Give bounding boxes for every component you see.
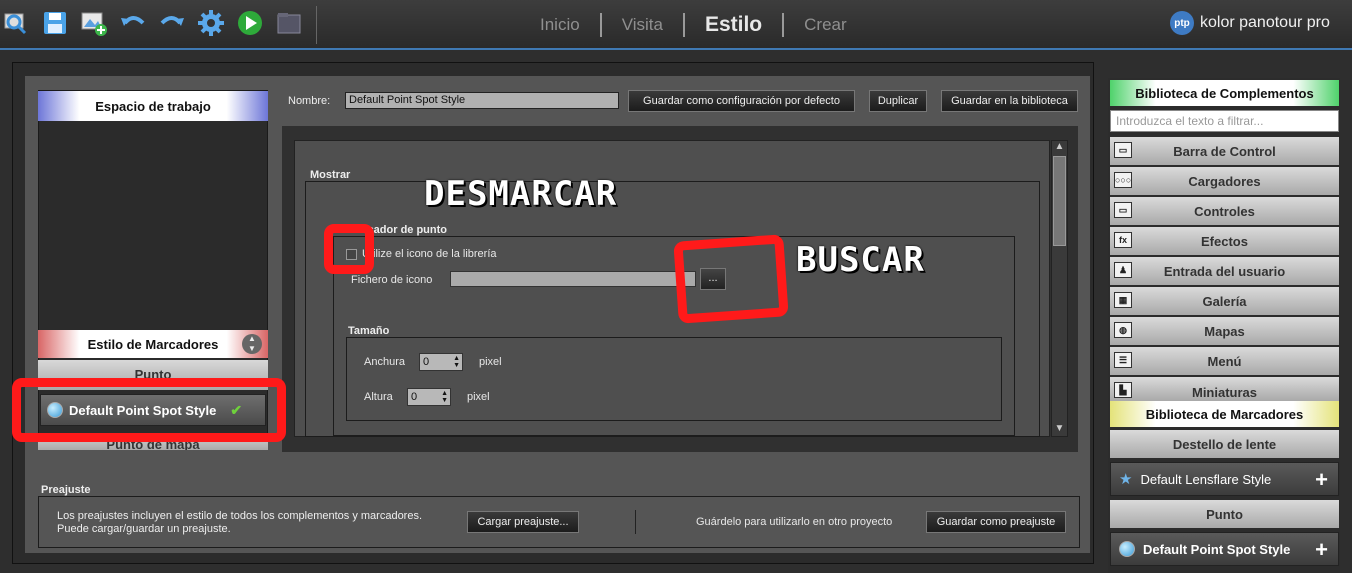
play-icon[interactable]: [236, 9, 264, 37]
save-default-button[interactable]: Guardar como configuración por defecto: [628, 90, 855, 112]
plugin-mapas[interactable]: ◍ Mapas: [1110, 317, 1339, 345]
markers-style-label: Estilo de Marcadores: [87, 336, 219, 352]
mostrar-label: Mostrar: [310, 169, 351, 181]
plugin-label: Cargadores: [1188, 173, 1261, 189]
add-image-icon[interactable]: [80, 9, 108, 37]
height-unit: pixel: [467, 391, 490, 403]
scroll-down-icon[interactable]: ▼: [1053, 423, 1066, 435]
effects-fx-icon: fx: [1114, 232, 1132, 248]
plugin-label: Menú: [1207, 353, 1242, 369]
preset-separator: [635, 510, 636, 534]
icon-file-label: Fichero de icono: [351, 274, 433, 286]
size-label: Tamaño: [348, 325, 390, 337]
brand: ptp kolor panotour pro: [1170, 11, 1330, 35]
plugin-label: Controles: [1194, 203, 1255, 219]
plugin-cargadores[interactable]: ○○○ Cargadores: [1110, 167, 1339, 195]
use-library-icon-label: Utilize el icono de la librería: [362, 248, 497, 260]
plugin-label: Efectos: [1201, 233, 1248, 249]
brand-name: kolor panotour pro: [1200, 14, 1330, 31]
preset-description: Los preajustes incluyen el estilo de tod…: [57, 510, 422, 536]
duplicate-button[interactable]: Duplicar: [869, 90, 927, 112]
annotation-desmarcar: DESMARCAR: [424, 174, 618, 214]
tab-estilo[interactable]: Estilo: [685, 13, 782, 37]
save-icon[interactable]: [41, 9, 69, 37]
section-punto-right[interactable]: Punto: [1110, 500, 1339, 528]
add-plus-icon[interactable]: +: [1315, 537, 1328, 563]
plugin-label: Entrada del usuario: [1163, 263, 1286, 279]
user-input-icon: ♟: [1114, 262, 1132, 278]
plugin-efectos[interactable]: fx Efectos: [1110, 227, 1339, 255]
annotation-highlight-browse: [673, 234, 789, 324]
plugin-entrada-usuario[interactable]: ♟ Entrada del usuario: [1110, 257, 1339, 285]
tab-visita[interactable]: Visita: [602, 15, 683, 35]
scroll-up-icon[interactable]: ▲: [1053, 141, 1066, 153]
width-value: 0: [423, 356, 430, 368]
plugin-barra-de-control[interactable]: ▭ Barra de Control: [1110, 137, 1339, 165]
scroll-thumb[interactable]: [1053, 156, 1066, 246]
plugin-menu[interactable]: ☰ Menú: [1110, 347, 1339, 375]
top-toolbar: Inicio Visita Estilo Crear ptp kolor pan…: [0, 0, 1352, 50]
annotation-highlight-style: [12, 378, 286, 442]
loader-icon: ○○○: [1114, 172, 1132, 188]
load-preset-button[interactable]: Cargar preajuste...: [467, 511, 579, 533]
section-destello-lente[interactable]: Destello de lente: [1110, 430, 1339, 458]
nombre-input[interactable]: Default Point Spot Style: [345, 92, 619, 109]
plugin-label: Galería: [1202, 293, 1247, 309]
size-group: [346, 337, 1002, 421]
thumbnails-icon: ▙: [1114, 382, 1132, 398]
control-bar-icon: ▭: [1114, 142, 1132, 158]
annotation-buscar: BUSCAR: [796, 240, 925, 280]
width-unit: pixel: [479, 356, 502, 368]
menu-icon: ☰: [1114, 352, 1132, 368]
lensflare-style-item[interactable]: ★ Default Lensflare Style +: [1110, 462, 1339, 496]
redo-icon[interactable]: [158, 9, 186, 37]
star-icon: ★: [1119, 471, 1133, 488]
stepper-arrows-icon[interactable]: ▲ ▼: [441, 390, 448, 404]
point-spot-icon: [1119, 541, 1135, 557]
plugin-label: Mapas: [1204, 323, 1245, 339]
plugin-label: Miniaturas: [1191, 384, 1257, 400]
save-library-button[interactable]: Guardar en la biblioteca: [941, 90, 1078, 112]
lensflare-style-label: Default Lensflare Style: [1140, 471, 1272, 487]
controls-icon: ▭: [1114, 202, 1132, 218]
save-preset-button[interactable]: Guardar como preajuste: [926, 511, 1066, 533]
width-label: Anchura: [364, 356, 405, 368]
undo-icon[interactable]: [119, 9, 147, 37]
brand-logo-icon: ptp: [1170, 11, 1194, 35]
main-nav: Inicio Visita Estilo Crear: [520, 12, 867, 38]
expand-spinner-icon[interactable]: ▲ ▼: [242, 334, 262, 354]
nombre-label: Nombre:: [288, 95, 331, 107]
add-plus-icon[interactable]: +: [1315, 467, 1328, 493]
plugins-library-header: Biblioteca de Complementos: [1110, 80, 1339, 106]
tab-crear[interactable]: Crear: [784, 15, 867, 35]
plugin-miniaturas[interactable]: ▙ Miniaturas: [1110, 377, 1339, 401]
search-panorama-icon[interactable]: [2, 9, 30, 37]
point-style-label: Default Point Spot Style: [1143, 541, 1291, 557]
point-style-item[interactable]: Default Point Spot Style +: [1110, 532, 1339, 566]
filter-input[interactable]: Introduzca el texto a filtrar...: [1110, 110, 1339, 132]
preview-icon[interactable]: [275, 9, 303, 37]
stepper-arrows-icon[interactable]: ▲ ▼: [453, 355, 460, 369]
plugin-galeria[interactable]: ▦ Galería: [1110, 287, 1339, 315]
workspace-header: Espacio de trabajo: [38, 91, 268, 121]
icon-file-input[interactable]: [450, 271, 696, 287]
plugin-controles[interactable]: ▭ Controles: [1110, 197, 1339, 225]
save-preset-text: Guárdelo para utilizarlo en otro proyect…: [696, 516, 893, 528]
preset-text-line1: Los preajustes incluyen el estilo de tod…: [57, 510, 423, 522]
plugin-label: Barra de Control: [1173, 143, 1276, 159]
tab-inicio[interactable]: Inicio: [520, 15, 600, 35]
preset-text-line2: Puede cargar/guardar un preajuste.: [57, 523, 231, 535]
maps-globe-icon: ◍: [1114, 322, 1132, 338]
markers-style-header[interactable]: Estilo de Marcadores ▲ ▼: [38, 330, 268, 358]
toolbar-separator: [316, 6, 317, 44]
annotation-highlight-checkbox: [324, 224, 374, 274]
width-stepper[interactable]: 0 ▲ ▼: [419, 353, 463, 371]
height-stepper[interactable]: 0 ▲ ▼: [407, 388, 451, 406]
markers-library-header: Biblioteca de Marcadores: [1110, 401, 1339, 427]
gallery-icon: ▦: [1114, 292, 1132, 308]
height-value: 0: [411, 391, 418, 403]
height-label: Altura: [364, 391, 393, 403]
preset-label: Preajuste: [41, 484, 91, 496]
settings-gear-icon[interactable]: [197, 9, 225, 37]
